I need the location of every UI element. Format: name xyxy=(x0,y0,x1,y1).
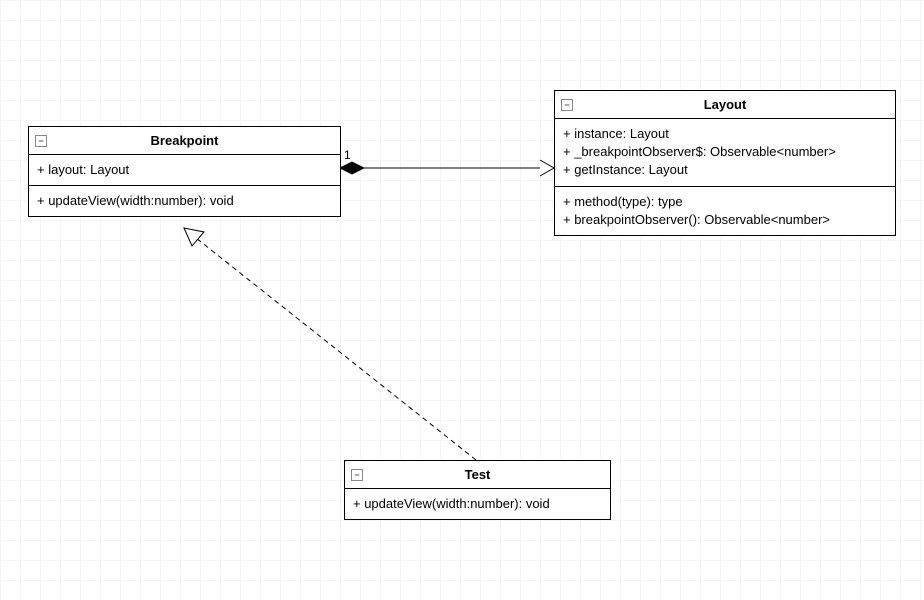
class-test[interactable]: − Test + updateView(width:number): void xyxy=(344,460,611,520)
collapse-icon[interactable]: − xyxy=(35,135,47,147)
class-title-test: − Test xyxy=(345,461,610,489)
methods-section: + updateView(width:number): void xyxy=(29,186,340,216)
edge-breakpoint-layout xyxy=(340,160,554,176)
class-name-label: Test xyxy=(465,467,491,482)
class-breakpoint[interactable]: − Breakpoint + layout: Layout + updateVi… xyxy=(28,126,341,217)
attribute: + instance: Layout xyxy=(563,125,887,143)
attribute: + getInstance: Layout xyxy=(563,161,887,179)
methods-section: + method(type): type + breakpointObserve… xyxy=(555,187,895,235)
method: + updateView(width:number): void xyxy=(353,495,602,513)
attribute: + layout: Layout xyxy=(37,161,332,179)
methods-section: + updateView(width:number): void xyxy=(345,489,610,519)
class-name-label: Layout xyxy=(704,97,747,112)
class-name-label: Breakpoint xyxy=(151,133,219,148)
method: + method(type): type xyxy=(563,193,887,211)
collapse-icon[interactable]: − xyxy=(351,469,363,481)
edge-test-breakpoint xyxy=(184,228,476,460)
method: + updateView(width:number): void xyxy=(37,192,332,210)
collapse-icon[interactable]: − xyxy=(561,99,573,111)
multiplicity-label: 1 xyxy=(344,148,351,162)
class-layout[interactable]: − Layout + instance: Layout + _breakpoin… xyxy=(554,90,896,236)
class-title-layout: − Layout xyxy=(555,91,895,119)
method: + breakpointObserver(): Observable<numbe… xyxy=(563,211,887,229)
attributes-section: + layout: Layout xyxy=(29,155,340,186)
attribute: + _breakpointObserver$: Observable<numbe… xyxy=(563,143,887,161)
attributes-section: + instance: Layout + _breakpointObserver… xyxy=(555,119,895,187)
class-title-breakpoint: − Breakpoint xyxy=(29,127,340,155)
